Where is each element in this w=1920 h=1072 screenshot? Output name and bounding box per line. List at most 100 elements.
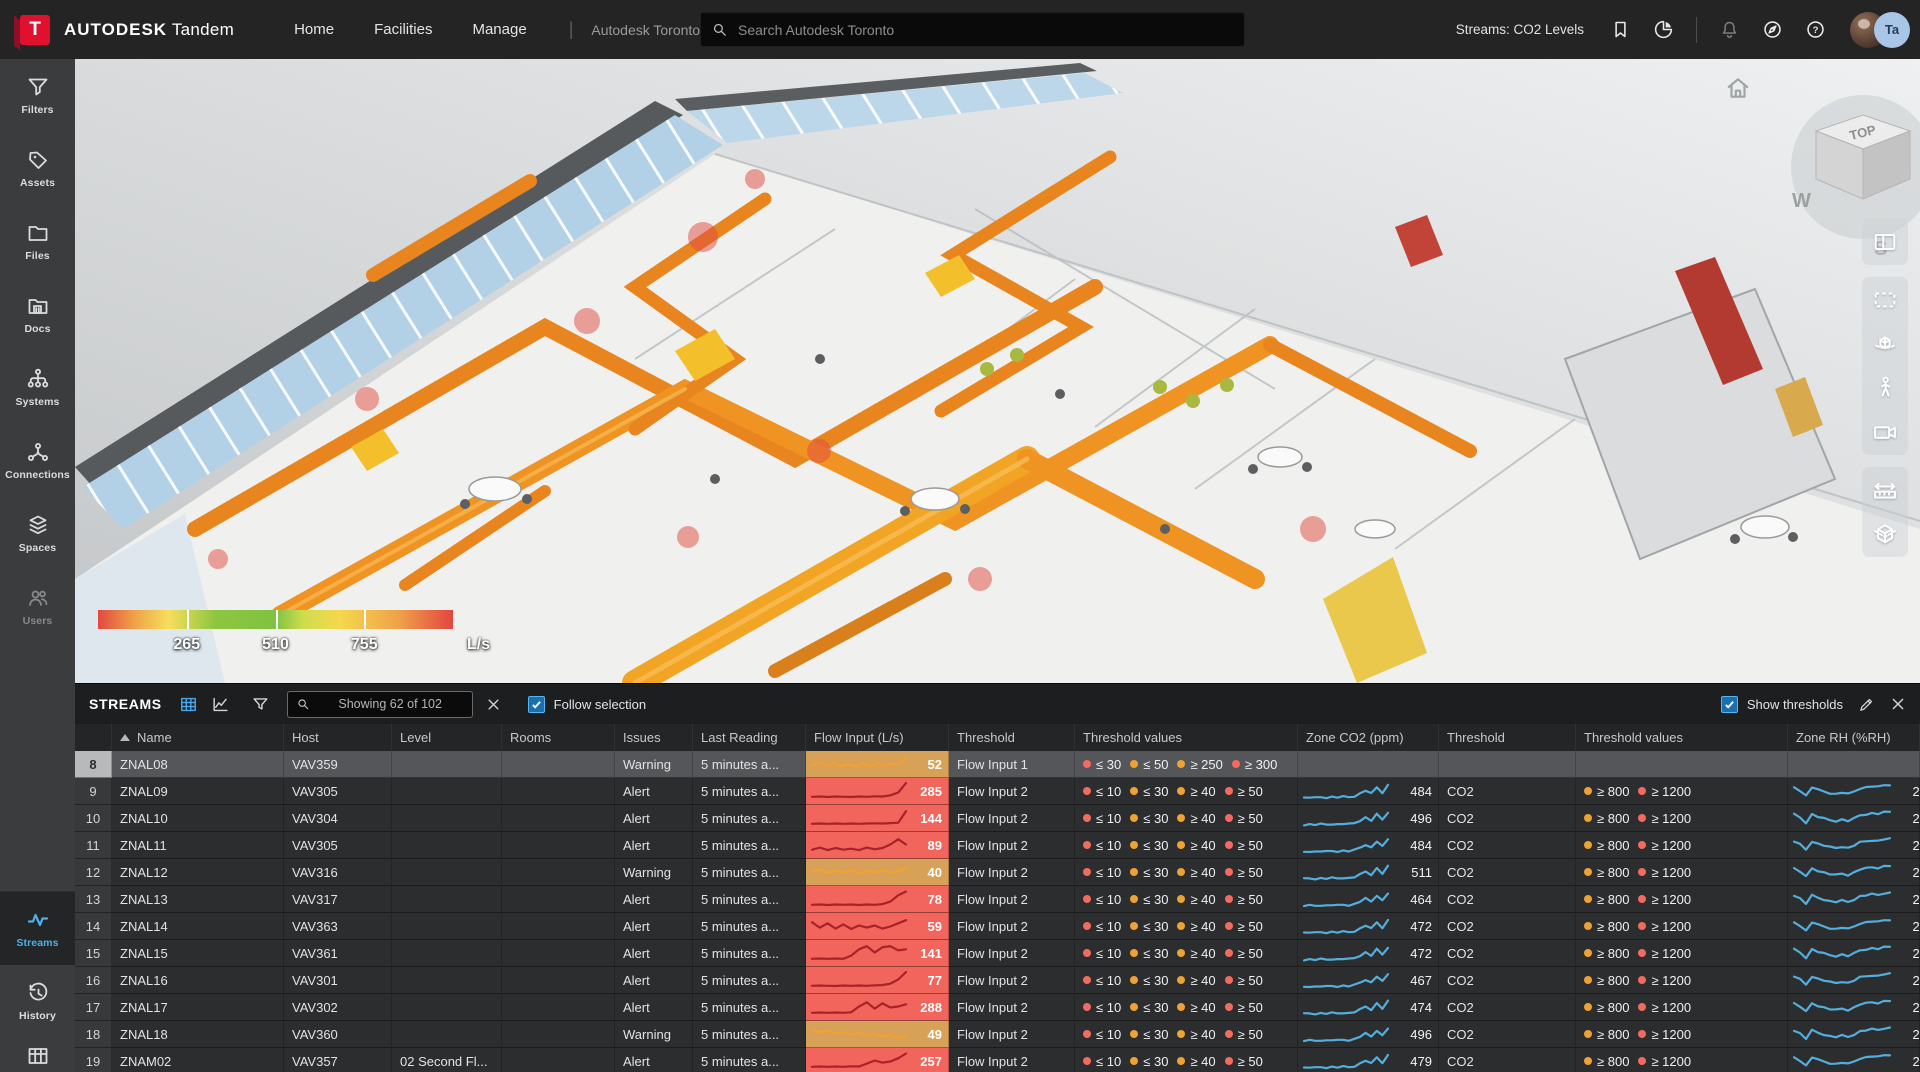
column-header-fvals[interactable]: Threshold values (1075, 724, 1298, 751)
column-header-cthresh[interactable]: Threshold (1439, 724, 1576, 751)
sidebar-item-users[interactable]: Users (0, 570, 75, 643)
table-row[interactable]: 8ZNAL08VAV359Warning5 minutes a...52Flow… (75, 751, 1920, 778)
cell-row-number: 17 (75, 994, 112, 1021)
column-header-level[interactable]: Level (392, 724, 502, 751)
table-row[interactable]: 14ZNAL14VAV363Alert5 minutes a...59Flow … (75, 913, 1920, 940)
column-header-num[interactable] (75, 724, 112, 751)
sidebar-item-files[interactable]: Files (0, 205, 75, 278)
table-row[interactable]: 13ZNAL13VAV317Alert5 minutes a...78Flow … (75, 886, 1920, 913)
nav-item-home[interactable]: Home (294, 21, 334, 38)
table-row[interactable]: 17ZNAL17VAV302Alert5 minutes a...288Flow… (75, 994, 1920, 1021)
split-view-icon[interactable] (1871, 228, 1899, 256)
column-header-fthresh[interactable]: Threshold (949, 724, 1075, 751)
column-header-rh[interactable]: Zone RH (%RH) (1788, 724, 1920, 751)
column-header-host[interactable]: Host (284, 724, 392, 751)
streams-search[interactable] (287, 691, 473, 718)
threshold-dot-red (1225, 1003, 1233, 1011)
follow-selection-toggle[interactable]: Follow selection (528, 696, 647, 713)
table-row[interactable]: 16ZNAL16VAV301Alert5 minutes a...77Flow … (75, 967, 1920, 994)
table-row[interactable]: 11ZNAL11VAV305Alert5 minutes a...89Flow … (75, 832, 1920, 859)
legend-tick-label: 510 (262, 636, 289, 654)
global-search[interactable] (700, 12, 1245, 47)
table-view-icon[interactable] (179, 695, 198, 714)
show-thresholds-toggle[interactable]: Show thresholds (1721, 696, 1843, 713)
threshold-text: ≤ 50 (1143, 757, 1168, 772)
threshold-text: ≤ 10 (1096, 811, 1121, 826)
table-row[interactable]: 18ZNAL18VAV360Warning5 minutes a...49Flo… (75, 1021, 1920, 1048)
sidebar-item-systems[interactable]: Systems (0, 351, 75, 424)
cell-issues: Alert (615, 832, 693, 859)
global-search-input[interactable] (738, 22, 1234, 38)
sparkline (810, 887, 908, 912)
threshold-dot-orange (1584, 841, 1592, 849)
column-header-co2[interactable]: Zone CO2 (ppm) (1298, 724, 1439, 751)
viewport-3d[interactable]: 265510755 L/s TOP W S (75, 59, 1920, 683)
cell-level (392, 994, 502, 1021)
column-header-last[interactable]: Last Reading (693, 724, 806, 751)
column-header-label: Threshold values (1584, 730, 1683, 745)
threshold-values: ≥ 800≥ 1200 (1584, 1000, 1691, 1015)
table-row[interactable]: 12ZNAL12VAV316Warning5 minutes a...40Flo… (75, 859, 1920, 886)
close-panel-icon[interactable] (1890, 696, 1906, 712)
avatar-initials[interactable]: Ta (1874, 12, 1910, 48)
cell-rh-sparkline: 23 (1788, 778, 1920, 805)
sidebar-item-spaces[interactable]: Spaces (0, 497, 75, 570)
nav-item-manage[interactable]: Manage (472, 21, 526, 38)
cell-level (392, 751, 502, 778)
rh-value: 26 (1913, 1000, 1920, 1015)
sidebar-item-docs[interactable]: Docs (0, 278, 75, 351)
threshold-dot-orange (1130, 949, 1138, 957)
threshold-text: ≤ 10 (1096, 1054, 1121, 1069)
column-header-rooms[interactable]: Rooms (502, 724, 615, 751)
tandem-logo-icon[interactable]: T (20, 15, 50, 45)
edit-thresholds-pencil-icon[interactable] (1858, 696, 1875, 713)
show-thresholds-checkbox[interactable] (1721, 696, 1738, 713)
cell-name: ZNAL12 (112, 859, 284, 886)
column-header-cvals[interactable]: Threshold values (1576, 724, 1788, 751)
table-row[interactable]: 19ZNAM02VAV35702 Second Fl...Alert5 minu… (75, 1048, 1920, 1072)
threshold-value: ≥ 1200 (1638, 892, 1691, 907)
table-row[interactable]: 15ZNAL15VAV361Alert5 minutes a...141Flow… (75, 940, 1920, 967)
rh-value: 23 (1913, 784, 1920, 799)
sidebar-item-connections[interactable]: Connections (0, 424, 75, 497)
explore-compass-icon[interactable] (1762, 19, 1783, 40)
clear-search-icon[interactable] (486, 697, 501, 712)
threshold-text: ≥ 800 (1597, 1000, 1629, 1015)
section-box-icon[interactable] (1871, 520, 1899, 548)
table-row[interactable]: 9ZNAL09VAV305Alert5 minutes a...285Flow … (75, 778, 1920, 805)
sidebar-item-table[interactable] (0, 1038, 75, 1072)
table-row[interactable]: 10ZNAL10VAV304Alert5 minutes a...144Flow… (75, 805, 1920, 832)
pulse-icon (26, 908, 50, 932)
streams-search-input[interactable] (310, 697, 471, 711)
orbit-icon[interactable] (1871, 330, 1899, 358)
sidebar-item-assets[interactable]: Assets (0, 132, 75, 205)
measure-icon[interactable] (1871, 476, 1899, 504)
column-header-flow[interactable]: Flow Input (L/s) (806, 724, 949, 751)
nav-item-facilities[interactable]: Facilities (374, 21, 432, 38)
cell-co2-threshold-values: ≥ 800≥ 1200 (1576, 994, 1788, 1021)
sidebar-item-history[interactable]: History (0, 965, 75, 1038)
follow-selection-checkbox[interactable] (528, 696, 545, 713)
help-icon[interactable]: ? (1805, 19, 1826, 40)
box-select-icon[interactable] (1871, 286, 1899, 314)
notifications-bell-icon[interactable] (1719, 19, 1740, 40)
pie-chart-icon[interactable] (1653, 19, 1674, 40)
home-view-icon[interactable] (1725, 75, 1751, 101)
bookmark-icon[interactable] (1610, 19, 1631, 40)
sidebar-item-filters[interactable]: Filters (0, 59, 75, 132)
chart-view-icon[interactable] (211, 695, 230, 714)
threshold-dot-red (1638, 814, 1646, 822)
cell-host: VAV301 (284, 967, 392, 994)
threshold-text: ≥ 40 (1190, 1000, 1215, 1015)
column-header-issues[interactable]: Issues (615, 724, 693, 751)
sidebar-item-label: Docs (24, 323, 50, 335)
sidebar-item-streams[interactable]: Streams (0, 892, 75, 965)
threshold-value: ≥ 800 (1584, 811, 1629, 826)
filter-icon[interactable] (251, 695, 270, 714)
cell-co2-threshold: CO2 (1439, 967, 1576, 994)
threshold-value: ≥ 1200 (1638, 838, 1691, 853)
flow-value: 285 (920, 784, 942, 799)
camera-icon[interactable] (1871, 418, 1899, 446)
first-person-walk-icon[interactable] (1871, 374, 1899, 402)
column-header-name[interactable]: Name (112, 724, 284, 751)
